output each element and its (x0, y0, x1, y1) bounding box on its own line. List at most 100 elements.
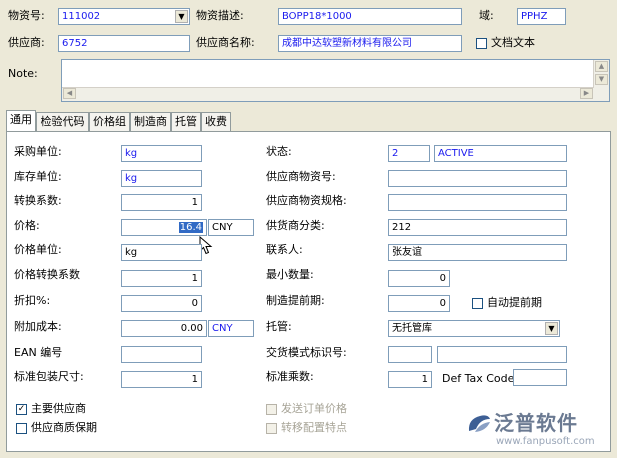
transfer-config-checkbox[interactable] (266, 423, 277, 434)
logo-text: 泛普软件 (494, 411, 578, 435)
std-mult-field[interactable]: 1 (388, 371, 432, 388)
status-code-field[interactable]: 2 (388, 145, 430, 162)
consign-dropdown-icon[interactable]: ▼ (545, 322, 558, 335)
extra-cost-currency-value: CNY (212, 323, 233, 334)
main-supplier-label: 主要供应商 (31, 402, 86, 415)
trade-mode-label: 交货模式标识号: (266, 346, 347, 359)
price-field[interactable]: 16.4 (121, 219, 207, 236)
auto-lead-label: 自动提前期 (487, 296, 542, 309)
tab-consignment[interactable]: 托管 (171, 112, 201, 131)
trade-mode-desc-field[interactable] (437, 346, 567, 363)
auto-lead-checkbox[interactable] (472, 298, 483, 309)
ean-field[interactable] (121, 346, 202, 363)
supplier-class-field[interactable]: 212 (388, 219, 567, 236)
supplier-field[interactable]: 6752 (58, 35, 190, 52)
price-currency-field[interactable]: CNY (208, 219, 254, 236)
mfg-lead-field[interactable]: 0 (388, 295, 450, 312)
note-horizontal-scrollbar[interactable]: ◀ ▶ (62, 87, 594, 101)
contact-label: 联系人: (266, 243, 303, 256)
status-label: 状态: (266, 145, 292, 158)
logo-mark-icon (468, 415, 490, 432)
discount-label: 折扣%: (14, 294, 51, 307)
purchase-unit-value: kg (125, 148, 138, 159)
purchase-unit-field[interactable]: kg (121, 145, 202, 162)
note-vertical-scrollbar[interactable]: ▲ ▼ (593, 60, 609, 101)
stock-unit-value: kg (125, 173, 138, 184)
conv-factor-value: 1 (191, 197, 198, 208)
mfg-lead-value: 0 (439, 298, 446, 309)
conv-factor-label: 转换系数: (14, 194, 62, 207)
trade-mode-code-field[interactable] (388, 346, 432, 363)
material-no-dropdown-icon[interactable]: ▼ (175, 10, 188, 23)
main-supplier-checkbox[interactable]: ✓ (16, 404, 27, 415)
consign-value: 无托管库 (392, 323, 432, 334)
mfg-lead-label: 制造提前期: (266, 294, 325, 307)
send-order-price-checkbox[interactable] (266, 404, 277, 415)
domain-label: 域: (479, 9, 494, 22)
scroll-down-icon[interactable]: ▼ (595, 74, 608, 85)
material-no-field[interactable]: 111002 ▼ (58, 8, 190, 25)
extra-cost-currency-field[interactable]: CNY (208, 320, 254, 337)
supplier-name-value: 成都中达软塑新材料有限公司 (282, 38, 412, 49)
stock-unit-label: 库存单位: (14, 170, 62, 183)
status-code-value: 2 (392, 148, 399, 159)
doc-text-checkbox[interactable] (476, 38, 487, 49)
std-pack-field[interactable]: 1 (121, 371, 202, 388)
price-unit-label: 价格单位: (14, 243, 62, 256)
supplier-item-field[interactable] (388, 170, 567, 187)
material-no-value: 111002 (62, 11, 101, 22)
conv-factor-field[interactable]: 1 (121, 194, 202, 211)
discount-value: 0 (191, 298, 198, 309)
tab-manufacturer[interactable]: 制造商 (130, 112, 171, 131)
tab-general[interactable]: 通用 (6, 110, 36, 131)
supplier-name-field[interactable]: 成都中达软塑新材料有限公司 (278, 35, 462, 52)
quality-guarantee-label: 供应商质保期 (31, 421, 97, 434)
contact-value: 张友谊 (392, 247, 422, 258)
send-order-price-label: 发送订单价格 (281, 402, 347, 415)
scroll-up-icon[interactable]: ▲ (595, 61, 608, 72)
consign-select[interactable]: 无托管库 ▼ (388, 320, 560, 337)
contact-field[interactable]: 张友谊 (388, 244, 567, 261)
tab-price-group[interactable]: 价格组 (89, 112, 130, 131)
transfer-config-label: 转移配置特点 (281, 421, 347, 434)
std-pack-value: 1 (191, 374, 198, 385)
status-text-field[interactable]: ACTIVE (434, 145, 567, 162)
supplier-label: 供应商: (8, 36, 45, 49)
discount-field[interactable]: 0 (121, 295, 202, 312)
fanpusoft-logo: 泛普软件 www.fanpusoft.com (466, 411, 610, 449)
price-label: 价格: (14, 219, 40, 232)
supplier-spec-field[interactable] (388, 194, 567, 211)
scroll-right-icon[interactable]: ▶ (580, 88, 593, 99)
note-textarea[interactable]: ▲ ▼ ◀ ▶ (61, 59, 610, 102)
stock-unit-field[interactable]: kg (121, 170, 202, 187)
price-unit-field[interactable]: kg (121, 244, 202, 261)
tab-charges[interactable]: 收费 (201, 112, 231, 131)
price-value: 16.4 (178, 222, 203, 233)
extra-cost-value: 0.00 (180, 323, 203, 334)
supplier-class-label: 供货商分类: (266, 219, 325, 232)
supplier-value: 6752 (62, 38, 88, 49)
price-conv-value: 1 (191, 273, 198, 284)
domain-field[interactable]: PPHZ (517, 8, 566, 25)
logo-url: www.fanpusoft.com (496, 436, 595, 447)
tab-inspection-code[interactable]: 检验代码 (36, 112, 89, 131)
ean-label: EAN 编号 (14, 346, 63, 359)
price-conv-field[interactable]: 1 (121, 270, 202, 287)
supplier-spec-label: 供应商物资规格: (266, 194, 347, 207)
extra-cost-field[interactable]: 0.00 (121, 320, 207, 337)
note-label: Note: (8, 67, 38, 80)
quality-guarantee-checkbox[interactable] (16, 423, 27, 434)
price-unit-value: kg (125, 247, 138, 258)
consign-label: 托管: (266, 320, 292, 333)
std-pack-label: 标准包装尺寸: (14, 370, 84, 383)
supplier-name-label: 供应商名称: (196, 36, 255, 49)
scroll-left-icon[interactable]: ◀ (63, 88, 76, 99)
supplier-class-value: 212 (392, 222, 412, 233)
material-desc-field[interactable]: BOPP18*1000 (278, 8, 462, 25)
price-conv-label: 价格转换系数 (14, 268, 80, 281)
std-mult-value: 1 (421, 374, 428, 385)
def-tax-field[interactable] (513, 369, 567, 386)
extra-cost-label: 附加成本: (14, 320, 62, 333)
min-qty-field[interactable]: 0 (388, 270, 450, 287)
material-no-label: 物资号: (8, 9, 45, 22)
